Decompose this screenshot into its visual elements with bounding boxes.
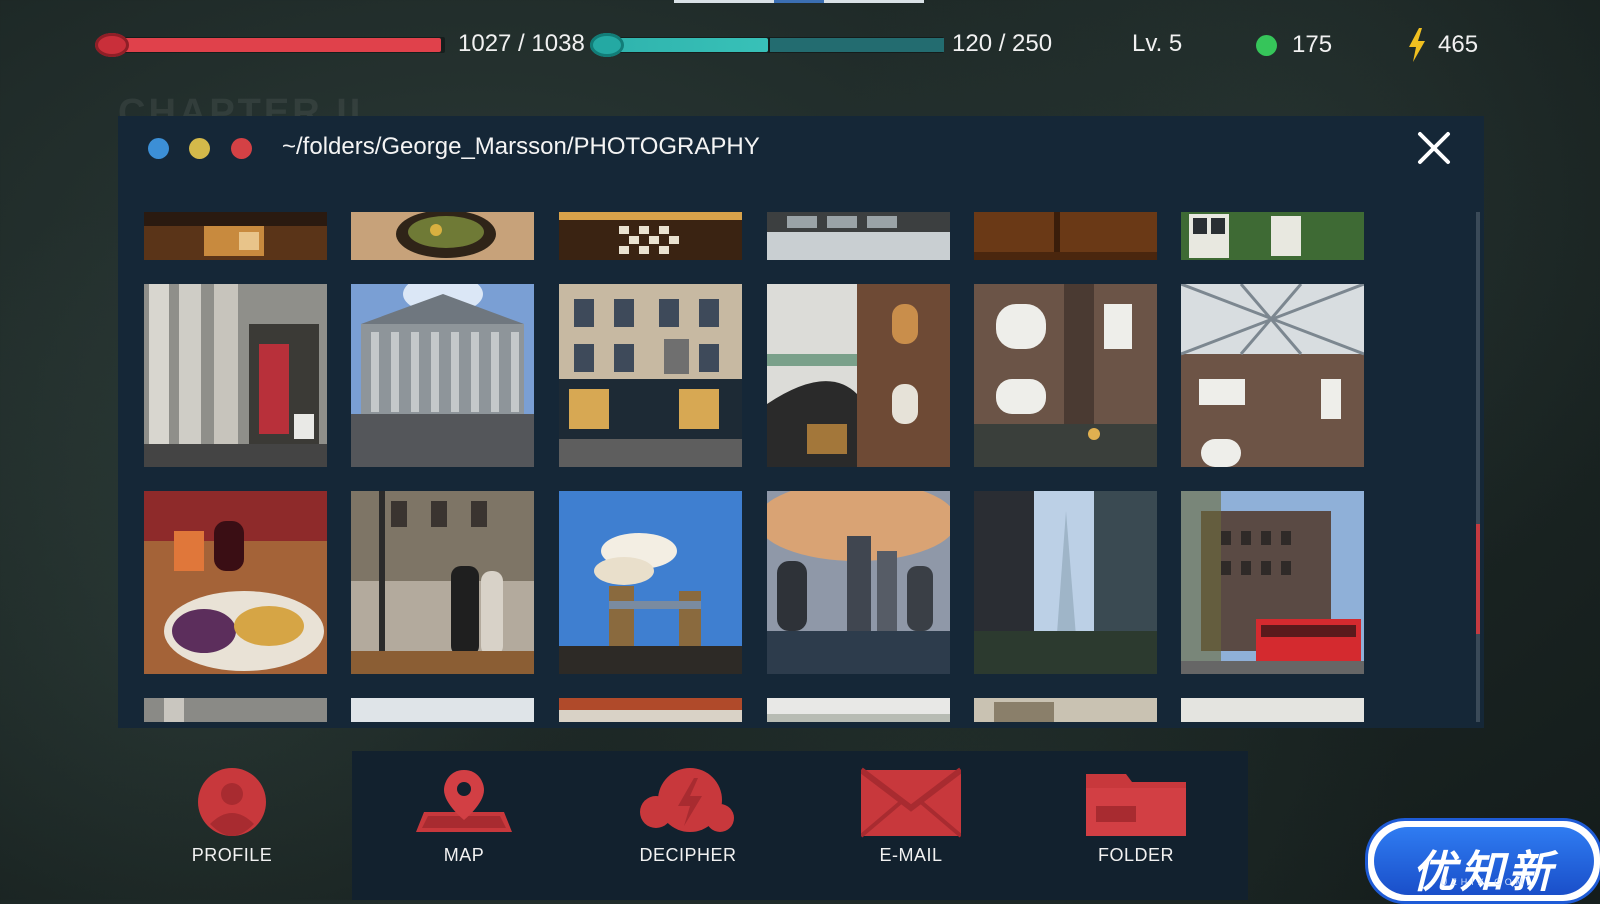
dock-label-map: MAP — [443, 845, 485, 865]
dock-item-decipher[interactable]: DECIPHER — [598, 760, 778, 880]
photo-thumbnail-restaurant-table[interactable] — [144, 212, 327, 260]
xp-bar-remaining — [770, 38, 944, 52]
photo-thumbnail-british-museum[interactable] — [351, 284, 534, 467]
dock-label-profile: PROFILE — [191, 845, 273, 865]
photo-thumbnail-tower-bridge[interactable] — [559, 491, 742, 674]
watermark-subtext: UZHIX.COM — [1440, 877, 1528, 887]
dock-item-folder[interactable]: FOLDER — [1046, 760, 1226, 880]
xp-value: 120 / 250 — [952, 30, 1053, 57]
photo-thumbnail[interactable] — [1181, 698, 1364, 722]
energy-count: 465 — [1438, 31, 1479, 58]
window-titlebar: ~/folders/George_Marsson/PHOTOGRAPHY — [118, 116, 1484, 176]
photo-thumbnail-church-columns[interactable] — [144, 284, 327, 467]
coin-count: 175 — [1292, 31, 1333, 58]
photo-thumbnail-glass-roof-atrium[interactable] — [1181, 284, 1364, 467]
xp-icon — [590, 33, 624, 57]
photo-thumbnail-atrium-staircase[interactable] — [767, 284, 950, 467]
photo-thumbnail-dinner-plate-wine[interactable] — [144, 491, 327, 674]
dock-item-map[interactable]: MAP — [374, 760, 554, 880]
profile-icon — [198, 768, 266, 836]
folder-icon — [1086, 774, 1186, 836]
photo-thumbnail-wooden-door[interactable] — [974, 212, 1157, 260]
photo-thumbnail[interactable] — [974, 698, 1157, 722]
energy-bolt-icon — [1409, 28, 1425, 62]
photo-thumbnail-glass-ceiling-hall[interactable] — [767, 212, 950, 260]
map-pin-icon — [416, 770, 512, 832]
hud: 1027 / 1038 120 / 250 Lv. 5 175 465 — [0, 0, 1600, 90]
level-label: Lv. 5 — [1132, 30, 1183, 57]
photo-thumbnail[interactable] — [144, 698, 327, 722]
photo-thumbnail-city-skyline[interactable] — [767, 491, 950, 674]
scrollbar-thumb[interactable] — [1476, 524, 1480, 634]
window-control-yellow[interactable] — [189, 138, 210, 159]
dock-label-email: E-MAIL — [879, 845, 943, 865]
photo-thumbnail-street-walkers[interactable] — [351, 491, 534, 674]
photo-thumbnail[interactable] — [351, 698, 534, 722]
photo-thumbnail[interactable] — [767, 698, 950, 722]
photo-thumbnail-food-bowl[interactable] — [351, 212, 534, 260]
watermark-text: 优知新 — [1412, 848, 1556, 897]
window-control-blue[interactable] — [148, 138, 169, 159]
health-icon — [95, 33, 129, 57]
photo-folder-window: ~/folders/George_Marsson/PHOTOGRAPHY — [118, 116, 1484, 728]
close-icon[interactable] — [1414, 128, 1454, 168]
photo-thumbnail-checkered-floor[interactable] — [559, 212, 742, 260]
xp-bar-fill — [606, 38, 768, 52]
photo-thumbnail-pub-storefront[interactable] — [559, 284, 742, 467]
dock-item-email[interactable]: E-MAIL — [821, 760, 1001, 880]
scrollbar-track[interactable] — [1476, 212, 1480, 722]
health-bar-fill — [100, 38, 441, 52]
dock-label-decipher: DECIPHER — [639, 845, 737, 865]
coin-icon — [1256, 35, 1277, 56]
dock-item-profile[interactable]: PROFILE — [142, 760, 322, 880]
health-value: 1027 / 1038 — [458, 30, 585, 57]
photo-thumbnail-window-with-ivy[interactable] — [1181, 212, 1364, 260]
photo-thumbnail-brick-atrium[interactable] — [974, 284, 1157, 467]
window-control-red[interactable] — [231, 138, 252, 159]
lightning-cloud-icon — [640, 768, 734, 832]
folder-path: ~/folders/George_Marsson/PHOTOGRAPHY — [282, 133, 760, 160]
photo-thumbnail-the-shard[interactable] — [974, 491, 1157, 674]
photo-thumbnail[interactable] — [559, 698, 742, 722]
photo-thumbnail-red-double-decker-bus[interactable] — [1181, 491, 1364, 674]
watermark-logo-inner: 优知新 UZHIX.COM — [1374, 827, 1594, 897]
watermark-logo: 优知新 UZHIX.COM — [1365, 818, 1600, 904]
envelope-icon — [861, 767, 961, 838]
dock-label-folder: FOLDER — [1097, 845, 1174, 865]
